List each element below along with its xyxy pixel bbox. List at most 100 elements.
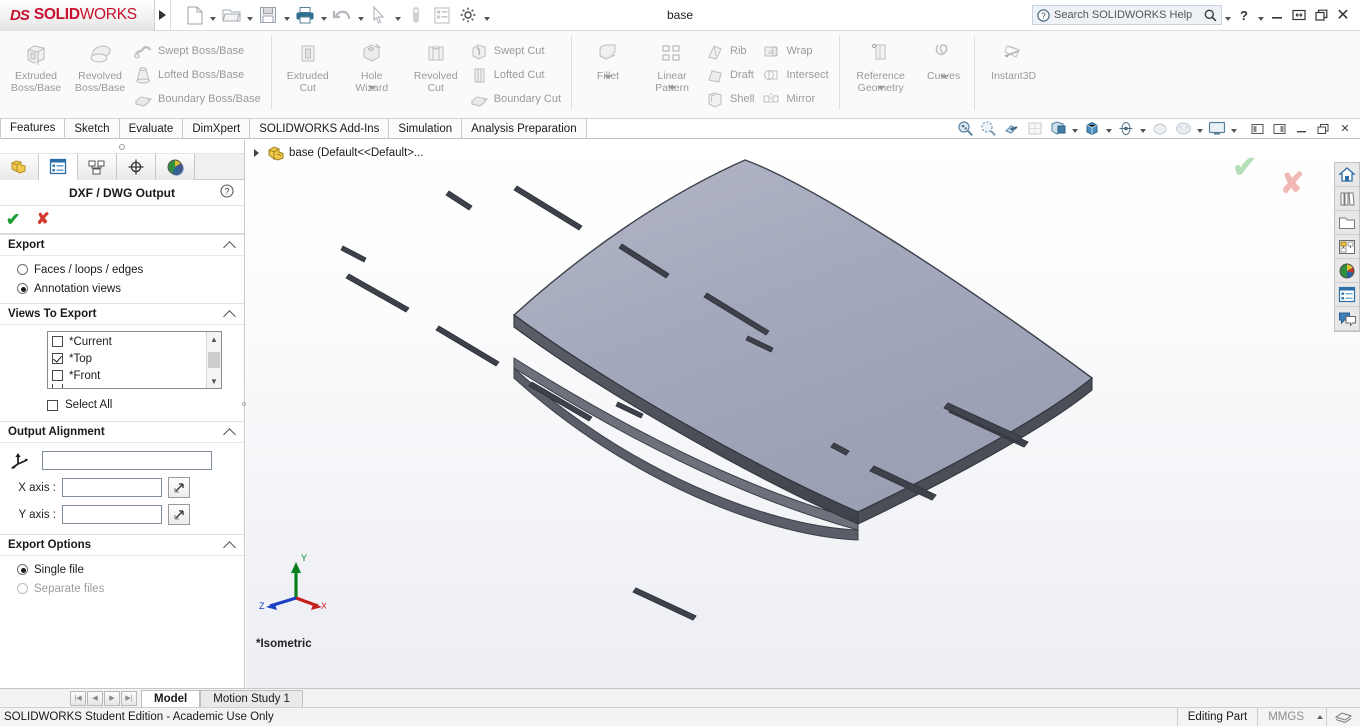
lofted-cut-button[interactable]: Lofted Cut — [468, 63, 567, 87]
list-item-partial[interactable] — [48, 384, 206, 388]
zoom-to-fit-icon[interactable] — [955, 119, 977, 138]
home-icon[interactable] — [1335, 163, 1359, 187]
tab-simulation[interactable]: Simulation — [389, 119, 463, 138]
save-document-caret-icon[interactable] — [281, 2, 292, 28]
tile-right-button[interactable] — [1269, 120, 1289, 138]
options-caret-icon[interactable] — [481, 2, 492, 28]
solidworks-logo[interactable]: DS SOLIDWORKS — [0, 0, 155, 31]
undo-button[interactable] — [329, 2, 355, 28]
custom-properties-icon[interactable] — [1335, 283, 1359, 307]
restore-window-button[interactable] — [1310, 3, 1332, 27]
view-settings-icon[interactable] — [1172, 119, 1194, 138]
curves-caret-icon[interactable] — [918, 75, 970, 79]
views-to-export-listbox[interactable]: *Current *Top *Front ▲ ▼ — [47, 331, 222, 389]
lofted-boss-button[interactable]: Lofted Boss/Base — [132, 63, 267, 87]
fillet-button[interactable]: Fillet — [576, 35, 640, 83]
nav-next-button[interactable]: ▶ — [104, 690, 120, 706]
curves-button[interactable]: Curves — [918, 35, 970, 83]
maximize-window-button[interactable] — [1288, 3, 1310, 27]
minimize-document-button[interactable] — [1291, 120, 1311, 138]
output-alignment-section-header[interactable]: Output Alignment — [0, 421, 244, 443]
mirror-button[interactable]: Mirror — [760, 87, 834, 111]
linear-pattern-caret-icon[interactable] — [640, 86, 704, 90]
nav-prev-button[interactable]: ◀ — [87, 690, 103, 706]
open-document-caret-icon[interactable] — [244, 2, 255, 28]
list-item[interactable]: *Top — [48, 350, 206, 367]
wrap-button[interactable]: ab Wrap — [760, 39, 834, 63]
swept-cut-button[interactable]: Swept Cut — [468, 39, 567, 63]
list-item[interactable]: *Front — [48, 367, 206, 384]
y-axis-input[interactable] — [62, 505, 162, 524]
hole-wizard-button[interactable]: Hole Wizard — [340, 35, 404, 94]
view-palette-icon[interactable] — [1335, 235, 1359, 259]
list-item[interactable]: *Current — [48, 333, 206, 350]
nav-first-button[interactable]: |◀ — [70, 690, 86, 706]
swept-boss-button[interactable]: Swept Boss/Base — [132, 39, 267, 63]
shell-button[interactable]: Shell — [704, 87, 760, 111]
close-window-button[interactable]: ✕ — [1332, 3, 1354, 27]
display-style-caret-icon[interactable] — [1070, 119, 1080, 138]
output-alignment-origin-input[interactable] — [42, 450, 212, 470]
scroll-down-arrow-icon[interactable]: ▼ — [207, 374, 221, 388]
save-document-button[interactable] — [255, 2, 281, 28]
feature-manager-tree-tab[interactable] — [0, 154, 39, 180]
configuration-manager-tab[interactable] — [78, 154, 117, 180]
extruded-cut-button[interactable]: Extruded Cut — [276, 35, 340, 94]
panel-pin-handle[interactable] — [0, 140, 244, 154]
fillet-caret-icon[interactable] — [576, 75, 640, 79]
apply-scene-icon[interactable] — [1149, 119, 1171, 138]
search-help-input[interactable]: ? Search SOLIDWORKS Help — [1032, 5, 1222, 25]
units-caret-icon[interactable] — [1314, 708, 1326, 726]
units-label[interactable]: MMGS — [1257, 707, 1314, 726]
green-check-icon[interactable]: ✔ — [6, 211, 20, 228]
tab-evaluate[interactable]: Evaluate — [119, 119, 184, 138]
select-cursor-button[interactable] — [366, 2, 392, 28]
edit-appearance-icon[interactable] — [1115, 119, 1137, 138]
intersect-button[interactable]: Intersect — [760, 63, 834, 87]
tab-dimxpert[interactable]: DimXpert — [183, 119, 251, 138]
confirmation-corner[interactable]: ✔ ✘ — [1232, 148, 1322, 199]
tab-motion-study-1[interactable]: Motion Study 1 — [200, 690, 303, 707]
help-button[interactable]: ? — [1233, 3, 1255, 27]
expand-triangle-icon[interactable] — [252, 148, 262, 158]
sheet-stack-icon[interactable] — [1326, 707, 1360, 726]
question-mark-icon[interactable]: ? — [220, 184, 234, 198]
checkbox-top-view[interactable] — [52, 353, 63, 364]
comments-icon[interactable] — [1335, 307, 1359, 331]
reference-geometry-button[interactable]: Reference Geometry — [844, 35, 918, 94]
tab-model[interactable]: Model — [141, 690, 201, 707]
section-view-icon[interactable] — [1001, 119, 1023, 138]
display-style-icon[interactable] — [1047, 119, 1069, 138]
tab-solidworks-add-ins[interactable]: SOLIDWORKS Add-Ins — [250, 119, 390, 138]
dimxpert-manager-tab[interactable] — [117, 154, 156, 180]
views-to-export-section-header[interactable]: Views To Export — [0, 303, 244, 325]
confirm-x-icon[interactable]: ✘ — [1280, 170, 1304, 199]
confirm-check-icon[interactable]: ✔ — [1232, 153, 1257, 183]
revolved-boss-button[interactable]: Revolved Boss/Base — [68, 35, 132, 94]
appearances-scenes-icon[interactable] — [1335, 259, 1359, 283]
export-faces-loops-edges-option[interactable]: Faces / loops / edges — [0, 260, 244, 279]
new-document-caret-icon[interactable] — [207, 2, 218, 28]
tile-left-button[interactable] — [1247, 120, 1267, 138]
tab-analysis-preparation[interactable]: Analysis Preparation — [462, 119, 587, 138]
minimize-window-button[interactable] — [1266, 3, 1288, 27]
file-properties-button[interactable] — [429, 2, 455, 28]
y-axis-flip-button[interactable] — [168, 504, 190, 525]
reference-geometry-caret-icon[interactable] — [844, 86, 918, 90]
checkbox-select-all[interactable] — [47, 399, 58, 411]
view-settings-caret-icon[interactable] — [1195, 119, 1205, 138]
search-options-caret-icon[interactable] — [1222, 2, 1233, 28]
boundary-cut-button[interactable]: Boundary Cut — [468, 87, 567, 111]
print-document-button[interactable] — [292, 2, 318, 28]
hide-show-items-icon[interactable] — [1081, 119, 1103, 138]
file-explorer-icon[interactable] — [1335, 211, 1359, 235]
select-caret-icon[interactable] — [392, 2, 403, 28]
new-document-button[interactable] — [181, 2, 207, 28]
edit-appearance-caret-icon[interactable] — [1138, 119, 1148, 138]
feature-tree-root-label[interactable]: base (Default<<Default>... — [289, 147, 424, 159]
checkbox-front-view[interactable] — [52, 370, 63, 381]
rebuild-button[interactable] — [403, 2, 429, 28]
close-document-button[interactable]: ✕ — [1335, 120, 1355, 138]
export-annotation-views-option[interactable]: Annotation views — [0, 279, 244, 298]
export-options-section-header[interactable]: Export Options — [0, 534, 244, 556]
